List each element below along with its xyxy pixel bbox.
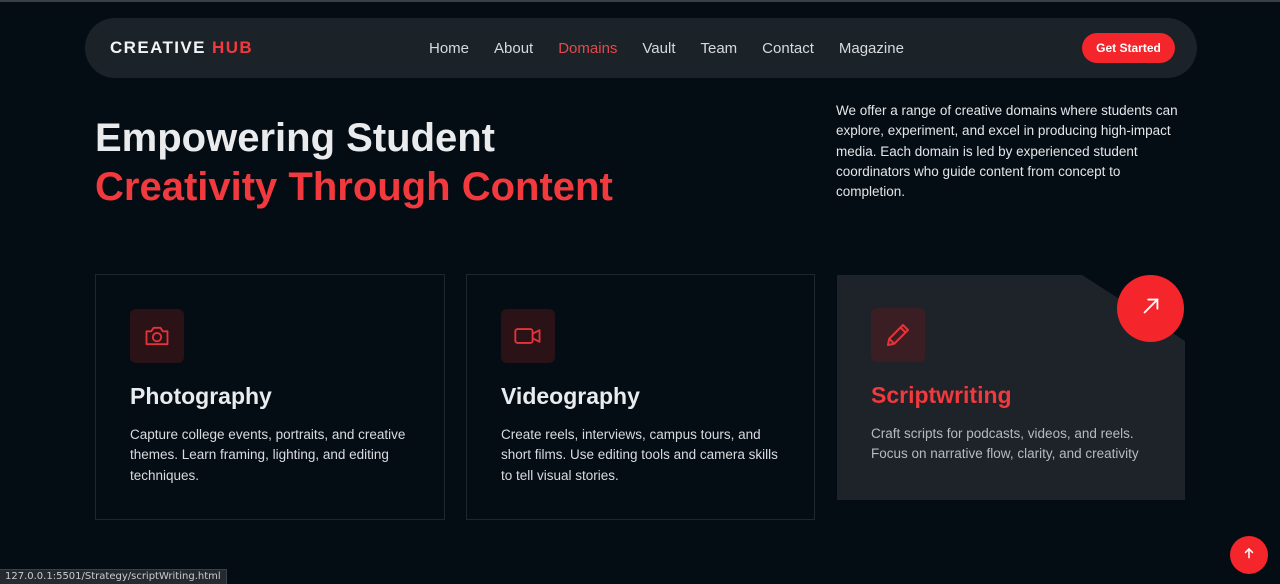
nav-contact[interactable]: Contact xyxy=(762,40,814,57)
navbar: CREATIVE HUB Home About Domains Vault Te… xyxy=(85,18,1197,78)
domain-card-photography[interactable]: Photography Capture college events, port… xyxy=(95,274,445,520)
card-title: Videography xyxy=(501,383,640,409)
get-started-button[interactable]: Get Started xyxy=(1082,33,1175,63)
nav-links: Home About Domains Vault Team Contact Ma… xyxy=(429,18,929,78)
camera-icon xyxy=(130,309,184,363)
pencil-icon xyxy=(871,308,925,362)
card-description: Capture college events, portraits, and c… xyxy=(130,427,406,483)
hero-title-line2: Creativity Through Content xyxy=(95,165,613,209)
hero-title: Empowering Student Creativity Through Co… xyxy=(95,114,613,212)
card-description: Create reels, interviews, campus tours, … xyxy=(501,427,778,483)
nav-about[interactable]: About xyxy=(494,40,533,57)
window-top-border xyxy=(0,0,1280,2)
arrow-up-icon xyxy=(1242,546,1256,565)
card-title: Photography xyxy=(130,383,272,409)
nav-vault[interactable]: Vault xyxy=(642,40,675,57)
nav-home[interactable]: Home xyxy=(429,40,469,57)
open-domain-button[interactable] xyxy=(1117,275,1184,342)
arrow-up-right-icon xyxy=(1140,295,1162,322)
video-camera-icon xyxy=(501,309,555,363)
nav-team[interactable]: Team xyxy=(700,40,737,57)
card-description: Craft scripts for podcasts, videos, and … xyxy=(871,426,1139,462)
card-title: Scriptwriting xyxy=(871,382,1012,408)
brand-logo[interactable]: CREATIVE HUB xyxy=(110,18,253,78)
domain-card-videography[interactable]: Videography Create reels, interviews, ca… xyxy=(466,274,815,520)
hero-title-line1: Empowering Student xyxy=(95,116,495,160)
scroll-to-top-button[interactable] xyxy=(1230,536,1268,574)
brand-name-main: CREATIVE xyxy=(110,38,206,57)
brand-name-accent: HUB xyxy=(212,38,254,57)
browser-status-url: 127.0.0.1:5501/Strategy/scriptWriting.ht… xyxy=(0,569,227,584)
nav-domains[interactable]: Domains xyxy=(558,40,617,57)
nav-magazine[interactable]: Magazine xyxy=(839,40,904,57)
hero-description: We offer a range of creative domains whe… xyxy=(836,103,1178,200)
